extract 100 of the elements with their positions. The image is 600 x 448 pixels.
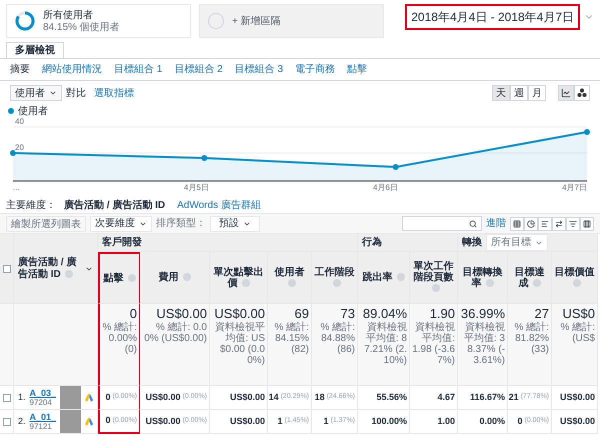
campaign-id: 97121 — [30, 422, 53, 432]
total-value: US$0 — [562, 306, 595, 322]
add-segment-card[interactable]: + 新增區隔 — [199, 4, 384, 38]
cell-value: 55.56% — [376, 390, 407, 404]
column-header[interactable]: 目標轉換率 — [458, 252, 508, 304]
report-link[interactable]: 目標組合 1 — [114, 62, 162, 77]
granularity-button[interactable]: 週 — [510, 85, 528, 101]
add-segment-label: + 新增區隔 — [232, 14, 281, 28]
secondary-dimension-link[interactable]: AdWords 廣告群組 — [177, 198, 261, 212]
filter-list-icon[interactable] — [566, 216, 580, 230]
y-axis-label: 20 — [15, 144, 24, 152]
total-value: 27 — [534, 306, 549, 322]
dots-icon[interactable] — [574, 85, 590, 101]
campaign-link[interactable]: A_01_ — [30, 412, 56, 422]
row-rank: 2. — [18, 414, 26, 428]
group-header: 客戶開發 — [98, 234, 358, 252]
report-link[interactable]: 目標組合 2 — [174, 62, 223, 77]
cell-value: 116.67% — [470, 390, 505, 404]
segment-subtitle: 84.15% 個使用者 — [43, 22, 120, 32]
table-icon[interactable] — [510, 216, 524, 230]
row-rank: 1. — [18, 390, 26, 404]
total-value: US$0.00 — [214, 306, 265, 322]
search-field[interactable] — [402, 216, 482, 231]
total-value: 69 — [294, 306, 309, 322]
cell-value: 18 — [314, 390, 325, 404]
advanced-link[interactable]: 進階 — [486, 216, 506, 231]
cell-value: 1 — [277, 414, 282, 428]
cell-value: US$0.00 — [230, 414, 265, 428]
date-range[interactable]: 2018年4月4日 - 2018年4月7日 — [405, 4, 580, 30]
select-metric-link[interactable]: 選取指標 — [94, 86, 134, 100]
x-axis-label: 4月6日 — [372, 183, 398, 193]
caret-icon[interactable] — [49, 89, 57, 97]
cell-value: US$0.00 — [230, 390, 265, 404]
report-link[interactable]: 電子商務 — [295, 62, 336, 77]
column-header[interactable]: 使用者 — [268, 252, 312, 304]
primary-dimension: 廣告活動 / 廣告活動 ID — [64, 198, 166, 212]
segment-card[interactable]: 所有使用者 84.15% 個使用者 — [6, 4, 191, 38]
campaign-id: 97204 — [30, 398, 53, 408]
column-header[interactable]: 費用 — [140, 252, 210, 304]
granularity-button[interactable]: 月 — [528, 85, 546, 101]
legend-label: 使用者 — [18, 104, 48, 118]
triangle-logo-icon — [84, 392, 93, 402]
tab[interactable]: 多層檢視 — [6, 42, 64, 58]
checkbox[interactable] — [2, 394, 10, 402]
secondary-dimension-dropdown[interactable]: 次要維度 — [90, 216, 152, 232]
campaign-link[interactable]: A_03_ — [30, 388, 56, 398]
sort-label: 排序類型： — [156, 216, 206, 231]
total-note: % 總計: 0.00% (US$0.00) — [143, 322, 207, 344]
column-header[interactable]: 單次工作階段頁數 — [410, 252, 458, 304]
bar-list-icon[interactable] — [538, 216, 552, 230]
report-link[interactable]: 摘要 — [10, 62, 30, 77]
report-link[interactable]: 目標組合 3 — [234, 62, 284, 77]
column-header[interactable]: 工作階段 — [312, 252, 358, 304]
total-value: US$0.00 — [156, 306, 207, 322]
cell-value: 0 — [105, 414, 110, 428]
checkbox[interactable] — [2, 264, 10, 272]
granularity-button[interactable]: 天 — [492, 85, 510, 101]
header-cell[interactable]: 廣告活動 / 廣告活動 ID — [14, 234, 98, 304]
total-note: % 總計: 0.00% (0) — [102, 322, 137, 355]
cell-value: 0 — [105, 390, 110, 404]
cell-value: 21 — [508, 390, 519, 404]
group-header: 行為 — [358, 234, 458, 252]
cell-value: US$0.00 — [560, 390, 595, 404]
report-link[interactable]: 網站使用情況 — [42, 62, 102, 77]
column-header[interactable]: 目標價值 — [552, 252, 598, 304]
search-icon — [469, 220, 477, 228]
checkbox[interactable] — [2, 418, 10, 426]
total-note: 資料檢視平均值: US$0.00 (0.00%) — [214, 322, 265, 366]
total-note: 資料檢視平均值: 87.21% (2.10%) — [363, 322, 407, 366]
total-note: 資料檢視平均值: 38.37% (-3.61%) — [462, 322, 505, 366]
column-header[interactable]: 點擊 — [98, 252, 140, 304]
metric-dropdown[interactable]: 使用者 — [10, 85, 62, 101]
dimension-label: 主要維度： — [6, 198, 56, 212]
triangle-logo-icon — [84, 416, 93, 426]
sort-dropdown[interactable]: 預設 — [210, 216, 260, 232]
column-header[interactable]: 跳出率 — [358, 252, 410, 304]
cell-value: 0 — [517, 414, 522, 428]
columns-icon[interactable] — [580, 216, 594, 230]
pie-chart-icon[interactable] — [524, 216, 538, 230]
column-header[interactable]: 目標達成 — [508, 252, 552, 304]
total-note: 資料檢視平均值: 1.98 (-3.67%) — [412, 322, 455, 366]
cell-value: 1 — [323, 414, 328, 428]
arrows-icon[interactable] — [552, 216, 566, 230]
line-chart-icon[interactable] — [558, 85, 574, 101]
total-note: % 總計: 81.82% (33) — [514, 322, 549, 355]
report-link[interactable]: 點擊 — [347, 62, 368, 77]
total-note: % 總計: 84.15% (82) — [274, 322, 309, 355]
x-axis-label: 4月5日 — [184, 183, 209, 193]
group-header: 轉換 所有目標 — [458, 234, 598, 252]
y-axis-label: 40 — [15, 118, 24, 126]
total-note: % 總計: (US$ — [560, 322, 595, 344]
segment-title: 所有使用者 — [43, 10, 94, 22]
cell-value: US$0.00 — [145, 414, 180, 428]
cell-value: US$0.00 — [145, 390, 180, 404]
goal-dropdown[interactable]: 所有目標 — [486, 234, 548, 251]
total-value: 1.90 — [430, 306, 455, 322]
cell-value: 1.00 — [437, 414, 455, 428]
cell-value: US$0.00 — [560, 414, 595, 428]
column-header[interactable]: 單次點擊出價 — [210, 252, 268, 304]
total-value: 36.99% — [460, 306, 505, 322]
